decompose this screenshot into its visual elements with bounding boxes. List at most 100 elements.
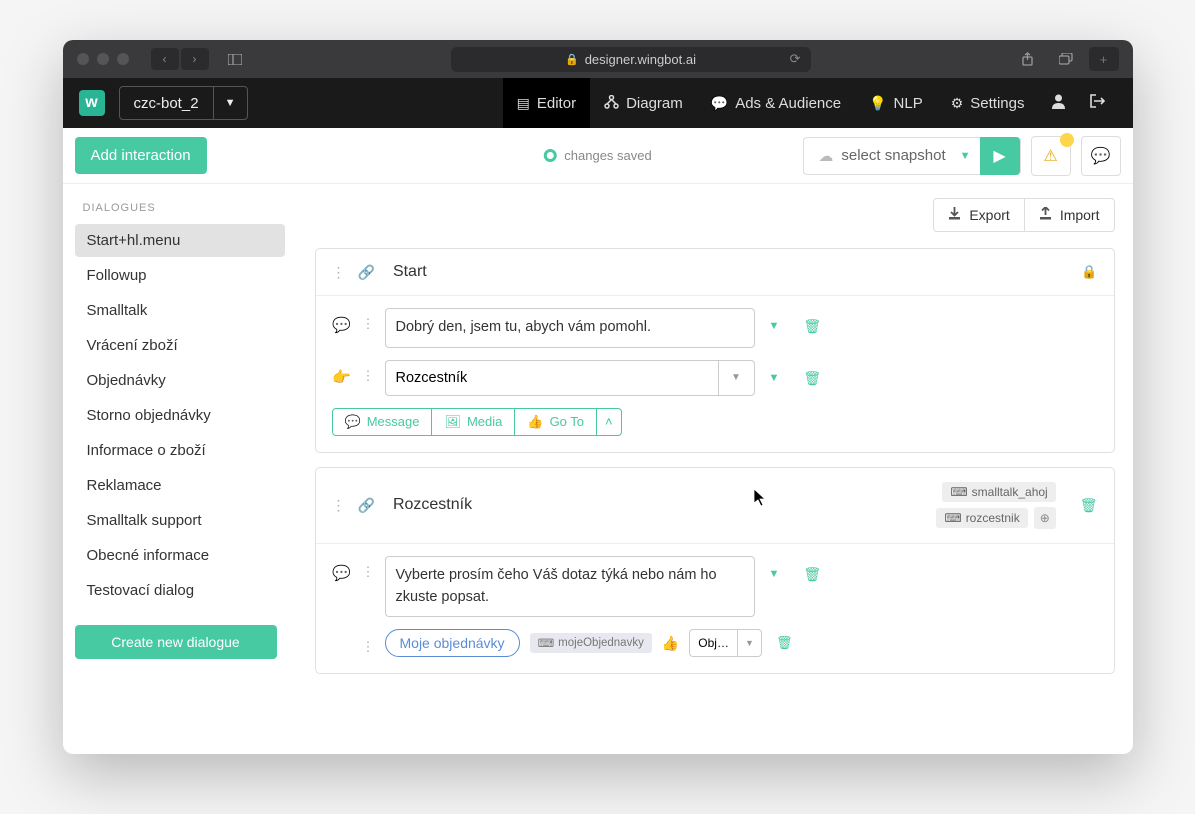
message-input[interactable] xyxy=(385,308,755,348)
card-title: Rozcestník xyxy=(393,496,472,514)
address-bar[interactable]: 🔒 designer.wingbot.ai ⟳ xyxy=(451,47,811,72)
chevron-down-icon: ▼ xyxy=(960,150,981,162)
nav-nlp[interactable]: 💡 NLP xyxy=(855,78,937,128)
dialogue-item[interactable]: Obecné informace xyxy=(75,539,285,572)
upload-icon xyxy=(1039,207,1052,223)
expand-icon[interactable]: ▼ xyxy=(769,556,780,580)
link-icon[interactable]: 🔗 xyxy=(358,264,375,281)
dialogue-item[interactable]: Objednávky xyxy=(75,364,285,397)
expand-icon[interactable]: ▼ xyxy=(769,308,780,332)
maximize-window[interactable] xyxy=(117,53,129,65)
add-tag-button[interactable]: ⊕ xyxy=(1034,507,1056,529)
toolbar: Add interaction changes saved ☁ select s… xyxy=(63,128,1133,184)
image-icon: 🖼 xyxy=(444,414,461,430)
save-status: changes saved xyxy=(543,148,651,163)
add-message-button[interactable]: 💬Message xyxy=(332,408,433,436)
intent-tag[interactable]: ⌨mojeObjednavky xyxy=(530,633,652,653)
close-window[interactable] xyxy=(77,53,89,65)
nav-diagram[interactable]: Diagram xyxy=(590,78,697,128)
intent-tag[interactable]: ⌨rozcestnik xyxy=(936,508,1027,528)
thumb-icon[interactable]: 👍 xyxy=(662,635,679,652)
main-body: DIALOGUES Start+hl.menu Followup Smallta… xyxy=(63,184,1133,754)
main-column: Export Import ⋮ 🔗 Start 🔒 xyxy=(285,184,1133,754)
dialogue-item[interactable]: Reklamace xyxy=(75,469,285,502)
app-logo[interactable]: w xyxy=(79,90,105,116)
back-button[interactable]: ‹ xyxy=(151,48,179,70)
share-icon[interactable] xyxy=(1013,47,1043,71)
forward-button[interactable]: › xyxy=(181,48,209,70)
trash-icon[interactable]: 🗑 xyxy=(776,635,793,651)
row-menu-icon[interactable]: ⋮ xyxy=(362,556,375,580)
row-menu-icon[interactable]: ⋮ xyxy=(362,360,375,384)
sidebar-toggle-icon[interactable] xyxy=(221,48,249,70)
sidebar-heading: DIALOGUES xyxy=(75,196,285,224)
dialogue-item[interactable]: Storno objednávky xyxy=(75,399,285,432)
dialogue-item[interactable]: Start+hl.menu xyxy=(75,224,285,257)
dialogue-item[interactable]: Vrácení zboží xyxy=(75,329,285,362)
keyboard-icon: ⌨ xyxy=(538,636,555,650)
sidebar: DIALOGUES Start+hl.menu Followup Smallta… xyxy=(63,184,285,754)
play-button[interactable]: ▶ xyxy=(980,137,1020,175)
dialogue-item[interactable]: Informace o zboží xyxy=(75,434,285,467)
create-dialogue-button[interactable]: Create new dialogue xyxy=(75,625,277,659)
tabs-icon[interactable] xyxy=(1051,47,1081,71)
chip-goto-select[interactable]: Obj… ▼ xyxy=(689,629,762,657)
reload-icon[interactable]: ⟳ xyxy=(790,51,801,67)
chevron-down-icon: ▼ xyxy=(213,87,247,119)
bot-selector[interactable]: czc-bot_2 ▼ xyxy=(119,86,248,120)
chat-icon: 💬 xyxy=(345,414,361,430)
chat-button[interactable]: 💬 xyxy=(1081,136,1121,176)
import-button[interactable]: Import xyxy=(1025,198,1115,232)
badge-dot xyxy=(1060,133,1074,147)
nav-settings[interactable]: ⚙ Settings xyxy=(937,78,1039,128)
drag-handle-icon[interactable]: ⋮ xyxy=(332,264,346,281)
chevron-down-icon: ▼ xyxy=(718,361,754,395)
trash-icon[interactable]: 🗑 xyxy=(803,308,821,335)
browser-chrome: ‹ › 🔒 designer.wingbot.ai ⟳ + xyxy=(63,40,1133,78)
row-menu-icon[interactable]: ⋮ xyxy=(362,308,375,332)
more-actions-button[interactable]: ˄ xyxy=(597,408,622,436)
quick-reply-chip[interactable]: Moje objednávky xyxy=(385,629,520,657)
card-title: Start xyxy=(393,263,427,281)
add-interaction-button[interactable]: Add interaction xyxy=(75,137,207,174)
expand-icon[interactable]: ▼ xyxy=(769,360,780,384)
app-window: ‹ › 🔒 designer.wingbot.ai ⟳ + w czc- xyxy=(63,40,1133,754)
add-goto-button[interactable]: 👍Go To xyxy=(515,408,597,436)
download-icon xyxy=(948,207,961,223)
drag-handle-icon[interactable]: ⋮ xyxy=(332,497,346,514)
minimize-window[interactable] xyxy=(97,53,109,65)
nav-ads[interactable]: 💬 Ads & Audience xyxy=(697,78,855,128)
add-media-button[interactable]: 🖼Media xyxy=(432,408,515,436)
window-controls xyxy=(77,53,129,65)
logout-icon[interactable] xyxy=(1078,94,1117,112)
row-menu-icon[interactable]: ⋮ xyxy=(362,631,375,655)
dialogue-item[interactable]: Smalltalk support xyxy=(75,504,285,537)
trash-icon[interactable]: 🗑 xyxy=(803,360,821,387)
dialogue-item[interactable]: Followup xyxy=(75,259,285,292)
snapshot-selector[interactable]: ☁ select snapshot ▼ ▶ xyxy=(803,137,1020,175)
chat-icon: 💬 xyxy=(711,95,728,112)
nav-editor[interactable]: ▤ Editor xyxy=(503,78,590,128)
new-tab-button[interactable]: + xyxy=(1089,47,1119,71)
user-icon[interactable] xyxy=(1039,93,1078,113)
keyboard-icon: ⌨ xyxy=(950,485,967,499)
goto-select[interactable]: Rozcestník ▼ xyxy=(385,360,755,396)
editor-icon: ▤ xyxy=(517,95,530,112)
message-icon: 💬 xyxy=(332,308,352,334)
interaction-card-rozcestnik: ⋮ 🔗 Rozcestník ⌨smalltalk_ahoj ⌨rozcestn… xyxy=(315,467,1115,675)
message-input[interactable] xyxy=(385,556,755,618)
trash-icon[interactable]: 🗑 xyxy=(1080,497,1098,514)
interaction-card-start: ⋮ 🔗 Start 🔒 💬 ⋮ ▼ 🗑 👉 ⋮ xyxy=(315,248,1115,453)
export-button[interactable]: Export xyxy=(933,198,1024,232)
action-bar: 💬Message 🖼Media 👍Go To ˄ xyxy=(332,408,1098,436)
app-bar: w czc-bot_2 ▼ ▤ Editor Diagram 💬 Ads & A… xyxy=(63,78,1133,128)
link-icon[interactable]: 🔗 xyxy=(358,497,375,514)
dialogue-item[interactable]: Testovací dialog xyxy=(75,574,285,607)
trash-icon[interactable]: 🗑 xyxy=(803,556,821,583)
chevron-up-icon: ˄ xyxy=(605,414,613,429)
warnings-button[interactable]: ⚠ xyxy=(1031,136,1071,176)
intent-tag[interactable]: ⌨smalltalk_ahoj xyxy=(942,482,1055,502)
status-circle-icon xyxy=(543,149,556,162)
goto-icon: 👉 xyxy=(332,360,352,386)
dialogue-item[interactable]: Smalltalk xyxy=(75,294,285,327)
